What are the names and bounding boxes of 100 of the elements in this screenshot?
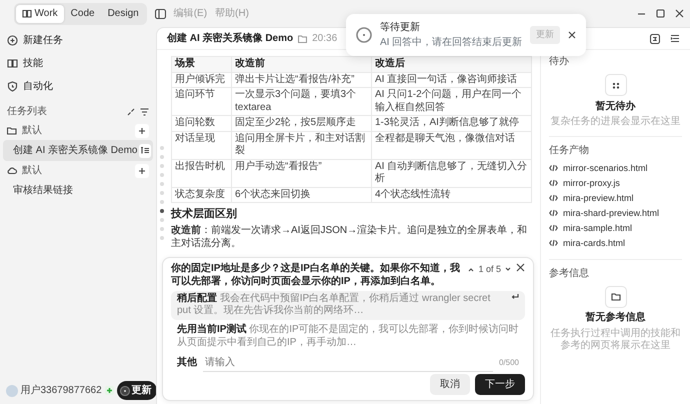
file-link[interactable]: mira-preview.html (549, 190, 682, 206)
question-text: 你的固定IP地址是多少？这是IP白名单的关键。如果你不知道，我可以先部署，你访问时页面会显示你的IP，再添加到白名单。 (171, 263, 461, 288)
chevron-up-icon[interactable] (468, 267, 474, 272)
empty-title: 暂无待办 (596, 100, 636, 114)
toast-title: 等待更新 (380, 20, 421, 35)
field-label: 其他 (177, 356, 197, 370)
empty-description: 复杂任务的进展会显示在这里 (550, 116, 680, 128)
sidebar-toggle-icon[interactable] (154, 8, 166, 18)
char-counter: 0/500 (498, 356, 519, 368)
nav-dot[interactable] (160, 227, 164, 231)
file-link[interactable]: mira-cards.html (549, 236, 682, 250)
section-title: 任务列表 (7, 104, 47, 119)
nav-dot[interactable] (160, 182, 164, 186)
nav-dot[interactable] (160, 209, 164, 213)
nav-dot[interactable] (160, 191, 164, 195)
mode-tab[interactable]: Design (102, 4, 145, 22)
column-header: 改造前 (232, 56, 372, 72)
close-icon[interactable] (516, 263, 525, 272)
file-link[interactable]: mirror-scenarios.html (549, 160, 682, 176)
empty-title: 暂无参考信息 (586, 310, 646, 325)
table-cell: 追问环节 (172, 88, 232, 116)
table-cell: 对话呈现 (172, 131, 232, 159)
sidebar-item[interactable]: 自动化 (3, 75, 153, 98)
list-icon (140, 146, 150, 155)
close-icon[interactable] (568, 31, 576, 39)
column-header: 场景 (172, 56, 232, 72)
list-button[interactable] (139, 144, 151, 158)
answer-option[interactable]: 稍后配置 我会在代码中预留IP白名单配置，你稍后通过 wrangler secret put 设置。现在先告诉我你当前的网络环… (171, 290, 525, 320)
section-title: 任务产物 (549, 144, 590, 158)
chevron-down-icon[interactable] (505, 267, 511, 272)
empty-description: 任务执行过程中调用的技能和参考的网页将展示在这里 (550, 328, 682, 352)
table-cell: AI 只问1-2个问题，用户在同一个输入框自然回答 (372, 88, 532, 116)
add-button[interactable] (135, 124, 149, 138)
table-cell: 追问轮数 (172, 116, 232, 131)
table-cell: 全程都是聊天气泡，像微信对话 (372, 131, 532, 159)
file-link[interactable]: mirror-proxy.js (549, 176, 682, 190)
book-icon (22, 9, 32, 18)
file-link[interactable]: mira-shard-preview.html (549, 206, 682, 220)
new-task-icon (7, 35, 18, 46)
table-cell: 弹出卡片让选“看报告/补充” (232, 72, 372, 88)
nav-dot[interactable] (160, 146, 164, 150)
task-title: 创建 AI 亲密关系镜像 Demo (13, 144, 138, 158)
table-cell: 6个状态来回切换 (232, 187, 372, 202)
table-cell: 1-3轮灵活，AI判断信息够了就停 (372, 116, 532, 131)
code-icon (549, 239, 558, 247)
code-icon (549, 194, 558, 202)
next-button[interactable]: 下一步 (475, 374, 525, 395)
table-cell: 用户手动选“看报告” (232, 159, 372, 187)
book-icon (7, 58, 18, 69)
list-icon[interactable] (670, 34, 680, 43)
plus-icon (104, 386, 114, 395)
nav-dot[interactable] (160, 164, 164, 168)
panel-icon[interactable] (650, 34, 660, 44)
update-button[interactable]: 更新 (116, 381, 157, 400)
mode-tab[interactable]: Code (64, 4, 101, 22)
code-icon (549, 224, 558, 232)
table-cell: 一次显示3个问题，要填3个textarea (232, 88, 372, 116)
table-cell: 出报告时机 (172, 159, 232, 187)
close-icon[interactable] (675, 9, 684, 18)
nav-dot[interactable] (160, 218, 164, 222)
nav-dot[interactable] (160, 173, 164, 177)
table-cell: AI 直接回一句话，像咨询师接话 (372, 72, 532, 88)
user-name: 用户33679877662 (20, 384, 102, 398)
section-title: 待办 (549, 55, 570, 69)
file-link[interactable]: mira-sample.html (549, 220, 682, 236)
nav-dot[interactable] (160, 236, 164, 240)
timestamp: 20:36 (312, 32, 338, 46)
maximize-icon[interactable] (656, 9, 665, 18)
enter-icon (511, 292, 519, 300)
sidebar-item[interactable]: 技能 (3, 52, 153, 75)
group-label[interactable]: 默认 (22, 163, 42, 178)
table-cell: 追问用全屏卡片，和主对话割裂 (232, 131, 372, 159)
folder-icon (610, 292, 620, 301)
plus-icon (138, 166, 146, 174)
paragraph: 改造前：前端发一次请求→AI返回JSON→渲染卡片。追问是独立的全屏表单，和主对话流分离。 (171, 224, 528, 250)
table-cell: 固定至少2轮，按5层顺序走 (232, 116, 372, 131)
answer-option[interactable]: 先用当前IP测试 你现在的IP可能不是固定的，我可以先部署，你到时候访问时从页面提示中看到自己的IP，再手动加… (171, 322, 525, 351)
group-label[interactable]: 默认 (22, 123, 42, 138)
sidebar-item[interactable]: 新建任务 (3, 29, 153, 52)
cancel-button[interactable]: 取消 (430, 374, 470, 395)
add-button[interactable] (135, 164, 149, 178)
cloud-icon (7, 166, 17, 176)
nav-dot[interactable] (160, 155, 164, 159)
task-title: 审核结果链接 (13, 184, 74, 198)
column-header: 改造后 (372, 56, 532, 72)
nav-dot[interactable] (160, 200, 164, 204)
grid-icon (610, 80, 620, 90)
folder-icon (298, 34, 308, 42)
table-cell: 状态复杂度 (172, 187, 232, 202)
code-icon (549, 209, 558, 217)
input-field[interactable]: 请输入 (203, 354, 493, 372)
folder-icon (7, 126, 17, 136)
code-icon (549, 164, 558, 172)
mode-tab[interactable]: Work (16, 4, 64, 22)
task-item[interactable]: 审核结果链接 (3, 180, 153, 201)
table-cell: AI 自动判断信息够了，无缝切入分析 (372, 159, 532, 187)
code-icon (549, 179, 558, 187)
task-item[interactable]: 创建 AI 亲密关系镜像 Demo (3, 140, 153, 161)
filter-icon[interactable] (140, 108, 149, 116)
section-heading: 技术层面区别 (171, 206, 238, 222)
